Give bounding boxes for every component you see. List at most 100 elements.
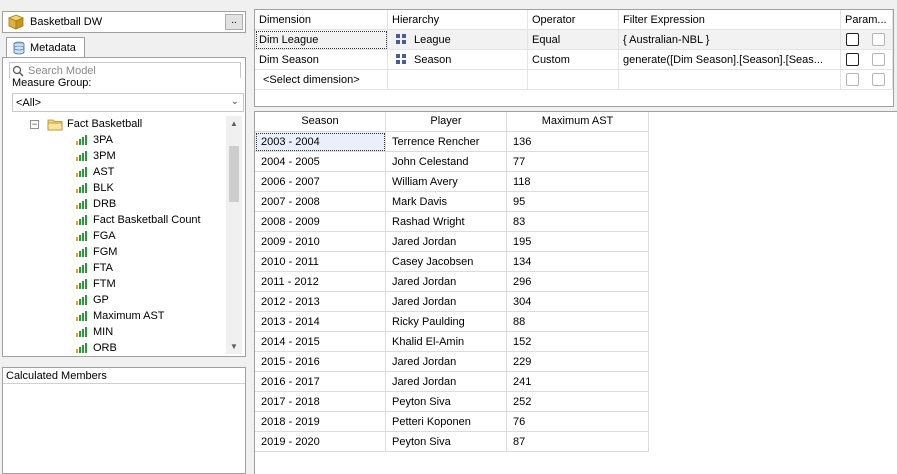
tree-measure-item[interactable]: ORB [76,340,117,354]
tree-measure-item[interactable]: 3PA [76,132,113,148]
tree-measure-label: 3PA [93,134,113,146]
tree-measure-item[interactable]: Fact Basketball Count [76,212,201,228]
result-cell-maximum-ast[interactable]: 118 [507,172,649,192]
result-cell-season[interactable]: 2010 - 2011 [255,252,386,272]
filter-row-2-operator[interactable]: Custom [528,50,619,70]
result-cell-maximum-ast[interactable]: 241 [507,372,649,392]
tree-folder-fact-basketball[interactable]: − Fact Basketball [30,116,142,132]
result-cell-player[interactable]: Petteri Koponen [386,412,507,432]
tree-measure-item[interactable]: DRB [76,196,116,212]
result-cell-season[interactable]: 2011 - 2012 [255,272,386,292]
result-cell-season[interactable]: 2016 - 2017 [255,372,386,392]
filter-row-1-expression[interactable]: { Australian-NBL } [619,30,841,50]
filter-row-3-operator[interactable] [528,70,619,90]
result-cell-maximum-ast[interactable]: 95 [507,192,649,212]
tree-measure-item[interactable]: GP [76,292,109,308]
tree-measure-item[interactable]: FTA [76,260,113,276]
result-cell-season[interactable]: 2015 - 2016 [255,352,386,372]
collapse-icon[interactable]: − [30,119,39,129]
scroll-down-icon[interactable]: ▼ [230,342,238,351]
tree-measure-item[interactable]: FTM [76,276,116,292]
result-cell-season[interactable]: 2009 - 2010 [255,232,386,252]
filter-row-1-dimension[interactable]: Dim League [255,30,388,50]
result-cell-player[interactable]: Jared Jordan [386,232,507,252]
results-header-player[interactable]: Player [386,112,507,132]
results-header-season[interactable]: Season [255,112,386,132]
param-extra-checkbox-row-2[interactable] [872,53,885,66]
result-cell-season[interactable]: 2017 - 2018 [255,392,386,412]
tree-measure-label: ORB [93,342,117,354]
filter-row-1-hierarchy[interactable]: League [388,30,528,50]
result-cell-maximum-ast[interactable]: 304 [507,292,649,312]
filter-row-2-dimension[interactable]: Dim Season [255,50,388,70]
parameter-checkbox-row-2[interactable] [846,53,859,66]
parameter-checkbox-row-1[interactable] [846,33,859,46]
tree-scrollbar[interactable]: ▲ ▼ [226,116,242,354]
result-cell-maximum-ast[interactable]: 77 [507,152,649,172]
filter-header-operator: Operator [528,10,619,30]
result-cell-player[interactable]: Peyton Siva [386,392,507,412]
tree-measure-item[interactable]: MIN [76,324,113,340]
result-cell-player[interactable]: Khalid El-Amin [386,332,507,352]
filter-row-2-hierarchy[interactable]: Season [388,50,528,70]
result-cell-season[interactable]: 2008 - 2009 [255,212,386,232]
param-extra-checkbox-row-3[interactable] [872,73,885,86]
tree-measure-item[interactable]: Maximum AST [76,308,165,324]
result-cell-maximum-ast[interactable]: 136 [507,132,649,152]
tree-measure-item[interactable]: BLK [76,180,114,196]
tab-metadata[interactable]: Metadata [6,37,85,58]
filter-row-3-hierarchy[interactable] [388,70,528,90]
result-cell-player[interactable]: Jared Jordan [386,292,507,312]
result-cell-maximum-ast[interactable]: 195 [507,232,649,252]
result-cell-season[interactable]: 2013 - 2014 [255,312,386,332]
tree-measure-item[interactable]: AST [76,164,114,180]
result-cell-maximum-ast[interactable]: 76 [507,412,649,432]
result-cell-player[interactable]: Mark Davis [386,192,507,212]
result-cell-maximum-ast[interactable]: 252 [507,392,649,412]
result-cell-player[interactable]: William Avery [386,172,507,192]
param-extra-checkbox-row-1[interactable] [872,33,885,46]
result-cell-maximum-ast[interactable]: 87 [507,432,649,452]
result-cell-player[interactable]: Rashad Wright [386,212,507,232]
result-cell-maximum-ast[interactable]: 229 [507,352,649,372]
select-dimension-cell[interactable]: <Select dimension> [255,70,388,90]
result-cell-season[interactable]: 2006 - 2007 [255,172,386,192]
filter-row-3-expression[interactable] [619,70,841,90]
results-header-maximum-ast[interactable]: Maximum AST [507,112,649,132]
tree-measure-item[interactable]: FGM [76,244,117,260]
result-cell-maximum-ast[interactable]: 152 [507,332,649,352]
result-cell-season[interactable]: 2019 - 2020 [255,432,386,452]
filter-row-1-operator[interactable]: Equal [528,30,619,50]
result-cell-maximum-ast[interactable]: 296 [507,272,649,292]
result-cell-player[interactable]: Ricky Paulding [386,312,507,332]
parameter-checkbox-row-3[interactable] [846,73,859,86]
measure-group-value: <All> [16,96,42,109]
result-cell-player[interactable]: Terrence Rencher [386,132,507,152]
search-input[interactable]: Search Model [9,62,241,78]
result-cell-season[interactable]: 2018 - 2019 [255,412,386,432]
result-cell-season[interactable]: 2004 - 2005 [255,152,386,172]
result-cell-maximum-ast[interactable]: 83 [507,212,649,232]
result-cell-maximum-ast[interactable]: 88 [507,312,649,332]
result-cell-player[interactable]: Casey Jacobsen [386,252,507,272]
result-cell-player[interactable]: Jared Jordan [386,272,507,292]
scrollbar-thumb[interactable] [229,146,239,202]
result-cell-player[interactable]: Jared Jordan [386,352,507,372]
metadata-tree: − Fact Basketball 3PA 3PM AST BLK DRB Fact Ba… [12,116,226,354]
result-cell-season[interactable]: 2014 - 2015 [255,332,386,352]
tree-measure-item[interactable]: 3PM [76,148,116,164]
tree-measure-item[interactable]: FGA [76,228,116,244]
result-cell-season[interactable]: 2007 - 2008 [255,192,386,212]
tab-metadata-label: Metadata [30,42,76,54]
result-cell-season[interactable]: 2003 - 2004 [255,132,386,152]
measure-group-select[interactable]: <All> ⌄ [12,93,244,112]
result-cell-player[interactable]: John Celestand [386,152,507,172]
result-cell-player[interactable]: Jared Jordan [386,372,507,392]
cube-selector[interactable]: Basketball DW .. [2,11,246,33]
filter-row-2-expression[interactable]: generate([Dim Season].[Season].[Seas... [619,50,841,70]
result-cell-maximum-ast[interactable]: 134 [507,252,649,272]
result-cell-season[interactable]: 2012 - 2013 [255,292,386,312]
result-cell-player[interactable]: Peyton Siva [386,432,507,452]
scroll-up-icon[interactable]: ▲ [230,119,238,128]
browse-cube-button[interactable]: .. [225,14,243,30]
